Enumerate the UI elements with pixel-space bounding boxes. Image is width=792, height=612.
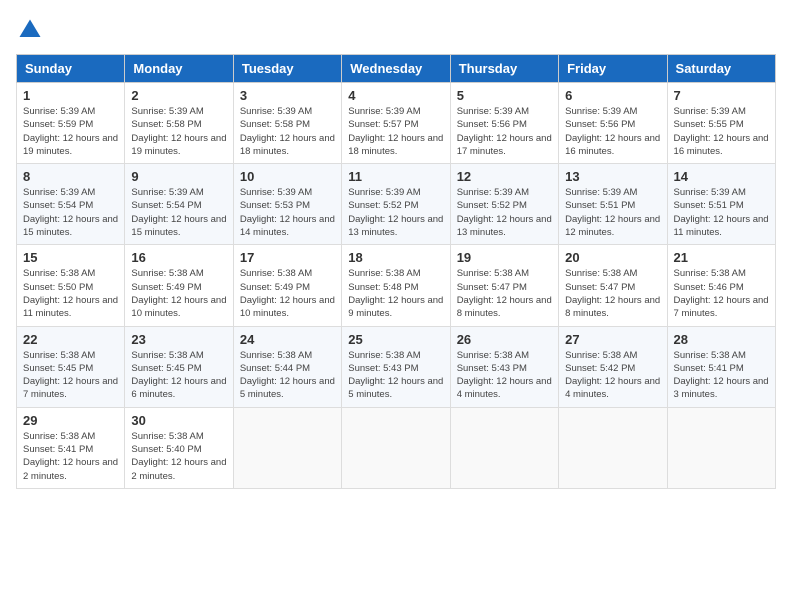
- day-12: 12Sunrise: 5:39 AMSunset: 5:52 PMDayligh…: [450, 164, 558, 245]
- header-tuesday: Tuesday: [233, 55, 341, 83]
- day-30: 30Sunrise: 5:38 AMSunset: 5:40 PMDayligh…: [125, 407, 233, 488]
- day-4: 4Sunrise: 5:39 AMSunset: 5:57 PMDaylight…: [342, 83, 450, 164]
- header-saturday: Saturday: [667, 55, 775, 83]
- day-28: 28Sunrise: 5:38 AMSunset: 5:41 PMDayligh…: [667, 326, 775, 407]
- day-20: 20Sunrise: 5:38 AMSunset: 5:47 PMDayligh…: [559, 245, 667, 326]
- header-sunday: Sunday: [17, 55, 125, 83]
- day-13: 13Sunrise: 5:39 AMSunset: 5:51 PMDayligh…: [559, 164, 667, 245]
- day-23: 23Sunrise: 5:38 AMSunset: 5:45 PMDayligh…: [125, 326, 233, 407]
- day-18: 18Sunrise: 5:38 AMSunset: 5:48 PMDayligh…: [342, 245, 450, 326]
- day-17: 17Sunrise: 5:38 AMSunset: 5:49 PMDayligh…: [233, 245, 341, 326]
- calendar-table: SundayMondayTuesdayWednesdayThursdayFrid…: [16, 54, 776, 489]
- header-wednesday: Wednesday: [342, 55, 450, 83]
- empty-cell: [342, 407, 450, 488]
- day-16: 16Sunrise: 5:38 AMSunset: 5:49 PMDayligh…: [125, 245, 233, 326]
- day-9: 9Sunrise: 5:39 AMSunset: 5:54 PMDaylight…: [125, 164, 233, 245]
- calendar-header-row: SundayMondayTuesdayWednesdayThursdayFrid…: [17, 55, 776, 83]
- logo: [16, 16, 48, 44]
- day-21: 21Sunrise: 5:38 AMSunset: 5:46 PMDayligh…: [667, 245, 775, 326]
- day-24: 24Sunrise: 5:38 AMSunset: 5:44 PMDayligh…: [233, 326, 341, 407]
- day-3: 3Sunrise: 5:39 AMSunset: 5:58 PMDaylight…: [233, 83, 341, 164]
- day-1: 1Sunrise: 5:39 AMSunset: 5:59 PMDaylight…: [17, 83, 125, 164]
- day-14: 14Sunrise: 5:39 AMSunset: 5:51 PMDayligh…: [667, 164, 775, 245]
- page-header: [16, 16, 776, 44]
- day-2: 2Sunrise: 5:39 AMSunset: 5:58 PMDaylight…: [125, 83, 233, 164]
- day-25: 25Sunrise: 5:38 AMSunset: 5:43 PMDayligh…: [342, 326, 450, 407]
- day-19: 19Sunrise: 5:38 AMSunset: 5:47 PMDayligh…: [450, 245, 558, 326]
- day-22: 22Sunrise: 5:38 AMSunset: 5:45 PMDayligh…: [17, 326, 125, 407]
- day-26: 26Sunrise: 5:38 AMSunset: 5:43 PMDayligh…: [450, 326, 558, 407]
- header-monday: Monday: [125, 55, 233, 83]
- day-6: 6Sunrise: 5:39 AMSunset: 5:56 PMDaylight…: [559, 83, 667, 164]
- day-10: 10Sunrise: 5:39 AMSunset: 5:53 PMDayligh…: [233, 164, 341, 245]
- day-11: 11Sunrise: 5:39 AMSunset: 5:52 PMDayligh…: [342, 164, 450, 245]
- day-27: 27Sunrise: 5:38 AMSunset: 5:42 PMDayligh…: [559, 326, 667, 407]
- empty-cell: [559, 407, 667, 488]
- header-friday: Friday: [559, 55, 667, 83]
- empty-cell: [667, 407, 775, 488]
- empty-cell: [233, 407, 341, 488]
- header-thursday: Thursday: [450, 55, 558, 83]
- empty-cell: [450, 407, 558, 488]
- day-7: 7Sunrise: 5:39 AMSunset: 5:55 PMDaylight…: [667, 83, 775, 164]
- day-15: 15Sunrise: 5:38 AMSunset: 5:50 PMDayligh…: [17, 245, 125, 326]
- day-8: 8Sunrise: 5:39 AMSunset: 5:54 PMDaylight…: [17, 164, 125, 245]
- day-29: 29Sunrise: 5:38 AMSunset: 5:41 PMDayligh…: [17, 407, 125, 488]
- day-5: 5Sunrise: 5:39 AMSunset: 5:56 PMDaylight…: [450, 83, 558, 164]
- logo-icon: [16, 16, 44, 44]
